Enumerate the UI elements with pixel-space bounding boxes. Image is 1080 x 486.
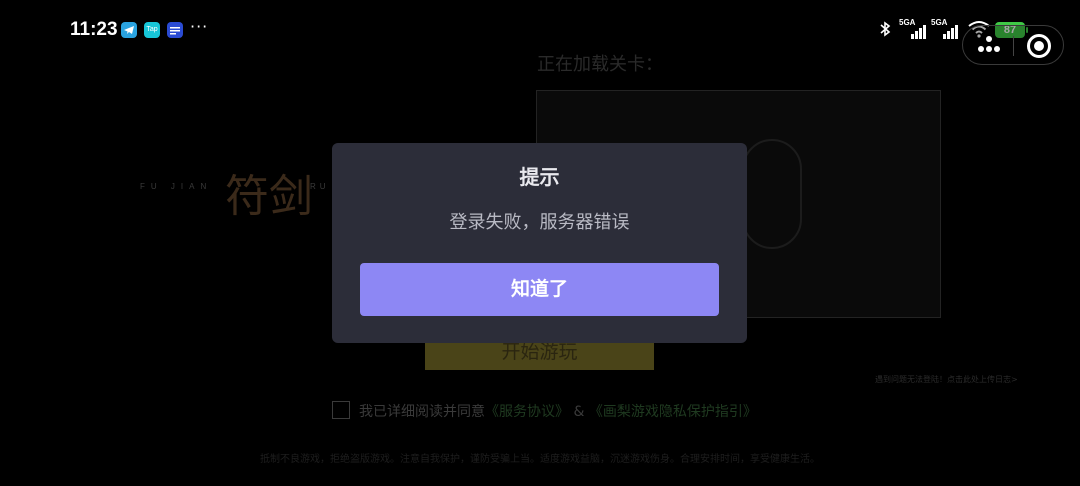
more-menu-button[interactable]	[975, 34, 1003, 58]
dialog-title: 提示	[519, 165, 560, 189]
dialog-message: 登录失败，服务器错误	[449, 212, 630, 233]
more-notifications-icon: ···	[190, 17, 209, 36]
capsule-menu	[962, 25, 1064, 65]
close-miniprogram-button[interactable]	[1027, 34, 1051, 58]
app-icon	[167, 22, 183, 38]
signal-2-label: 5GA	[931, 18, 948, 27]
confirm-button[interactable]: 知道了	[360, 263, 719, 316]
error-dialog: 提示 登录失败，服务器错误 知道了	[332, 143, 747, 343]
clock: 11:23	[70, 19, 118, 40]
capsule-divider	[1013, 36, 1014, 56]
telegram-icon	[121, 22, 137, 38]
status-bar: 11:23 Tap ··· 5GA 5GA 87	[0, 0, 1080, 60]
signal-1-label: 5GA	[899, 18, 916, 27]
signal-icon: 5GA	[931, 18, 963, 42]
signal-icon: 5GA	[899, 18, 931, 42]
taptap-icon: Tap	[144, 22, 160, 38]
bluetooth-icon	[878, 20, 892, 42]
